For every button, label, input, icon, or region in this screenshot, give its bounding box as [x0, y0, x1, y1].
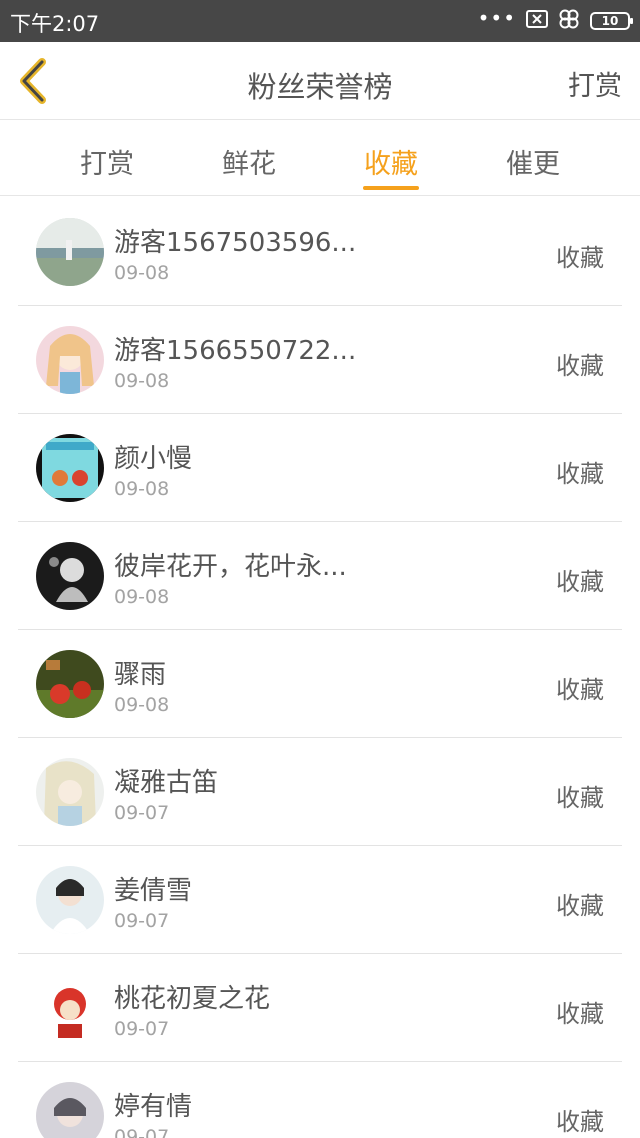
list-item[interactable]: 婷有情 09-07 收藏 [18, 1062, 622, 1138]
action-label: 收藏 [556, 784, 604, 812]
user-name: 桃花初夏之花 [114, 984, 271, 1014]
action-label: 收藏 [556, 1108, 604, 1136]
avatar [36, 866, 104, 934]
date: 09-07 [114, 1018, 170, 1040]
notification-x-icon [526, 10, 548, 32]
list-item[interactable]: 凝雅古笛 09-07 收藏 [18, 738, 622, 846]
battery-icon: 10 [590, 12, 633, 30]
tab-urge-update[interactable]: 催更 [478, 120, 588, 196]
list-item[interactable]: 姜倩雪 09-07 收藏 [18, 846, 622, 954]
user-name: 彼岸花开，花叶永... [114, 552, 347, 582]
clover-icon [558, 8, 580, 34]
tab-label: 鲜花 [222, 149, 276, 180]
avatar [36, 1082, 104, 1138]
status-bar: 下午2:07 ••• 10 [0, 0, 640, 42]
status-icons: ••• 10 [477, 6, 633, 34]
list-item[interactable]: 游客1566550722... 09-08 收藏 [18, 306, 622, 414]
status-time: 下午2:07 [10, 12, 100, 36]
avatar [36, 434, 104, 502]
battery-level: 10 [601, 14, 619, 28]
action-label: 收藏 [556, 460, 604, 488]
avatar [36, 758, 104, 826]
header: 粉丝荣誉榜 打赏 [0, 42, 640, 120]
user-name: 骤雨 [114, 660, 167, 690]
action-label: 收藏 [556, 352, 604, 380]
action-label: 收藏 [556, 676, 604, 704]
user-name: 游客1567503596... [114, 228, 357, 258]
date: 09-08 [114, 694, 170, 716]
date: 09-07 [114, 910, 170, 932]
avatar [36, 974, 104, 1042]
avatar [36, 326, 104, 394]
back-button[interactable] [12, 56, 56, 106]
fan-list: 游客1567503596... 09-08 收藏 游客1566550722...… [18, 198, 622, 1138]
action-label: 收藏 [556, 892, 604, 920]
tab-favorites[interactable]: 收藏 [336, 120, 446, 196]
list-item[interactable]: 颜小慢 09-08 收藏 [18, 414, 622, 522]
action-label: 收藏 [556, 568, 604, 596]
user-name: 姜倩雪 [114, 876, 193, 906]
tab-flowers[interactable]: 鲜花 [194, 120, 304, 196]
active-tab-indicator [363, 186, 419, 190]
chevron-left-icon [20, 58, 46, 104]
user-name: 凝雅古笛 [114, 768, 219, 798]
reward-button[interactable]: 打赏 [568, 64, 622, 103]
tab-label: 催更 [506, 149, 560, 180]
list-item[interactable]: 骤雨 09-08 收藏 [18, 630, 622, 738]
date: 09-08 [114, 370, 170, 392]
list-item[interactable]: 桃花初夏之花 09-07 收藏 [18, 954, 622, 1062]
more-dots-icon: ••• [477, 6, 516, 30]
user-name: 游客1566550722... [114, 336, 357, 366]
action-label: 收藏 [556, 244, 604, 272]
list-item[interactable]: 彼岸花开，花叶永... 09-08 收藏 [18, 522, 622, 630]
avatar [36, 650, 104, 718]
date: 09-08 [114, 262, 170, 284]
action-label: 收藏 [556, 1000, 604, 1028]
avatar [36, 218, 104, 286]
tab-reward[interactable]: 打赏 [52, 120, 162, 196]
date: 09-07 [114, 802, 170, 824]
avatar [36, 542, 104, 610]
date: 09-08 [114, 586, 170, 608]
date: 09-07 [114, 1126, 170, 1138]
page-title: 粉丝荣誉榜 [247, 70, 393, 104]
list-item[interactable]: 游客1567503596... 09-08 收藏 [18, 198, 622, 306]
tab-label: 收藏 [364, 149, 418, 180]
date: 09-08 [114, 478, 170, 500]
user-name: 颜小慢 [114, 444, 193, 474]
tab-bar: 打赏 鲜花 收藏 催更 [0, 120, 640, 196]
tab-label: 打赏 [80, 149, 134, 180]
user-name: 婷有情 [114, 1092, 193, 1122]
